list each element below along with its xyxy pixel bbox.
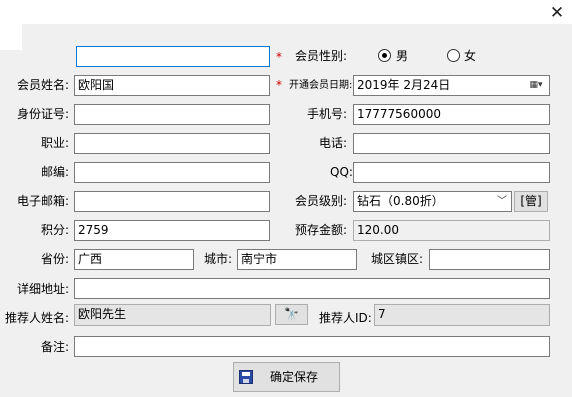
title-bar <box>0 0 572 24</box>
member-level-value: 钻石（0.80折） <box>357 194 444 208</box>
chevron-down-icon: ﹀ <box>497 196 507 207</box>
address-label: 详细地址: <box>17 282 70 296</box>
top-blank-field[interactable] <box>76 46 270 67</box>
save-button-label: 确定保存 <box>270 370 319 384</box>
open-date-picker[interactable]: 2019年 2月24日 ▦▾ <box>353 75 550 96</box>
province-label: 省份: <box>41 252 70 266</box>
qq-field[interactable] <box>353 162 550 183</box>
qq-label: QQ: <box>330 165 353 179</box>
calendar-icon[interactable]: ▦▾ <box>526 78 546 93</box>
member-level-label: 会员级别: <box>295 194 348 208</box>
gender-female-label[interactable]: 女 <box>464 49 476 63</box>
open-date-value: 2019年 2月24日 <box>357 78 451 92</box>
zip-label: 邮编: <box>41 165 70 179</box>
manage-level-button[interactable]: [管] <box>514 191 548 212</box>
note-field[interactable] <box>74 336 550 357</box>
gender-male-radio[interactable] <box>378 49 391 62</box>
points-label: 积分: <box>41 223 70 237</box>
referrer-id-field: 7 <box>374 304 550 326</box>
city-field[interactable]: 南宁市 <box>237 249 357 270</box>
floppy-disk-icon <box>239 370 253 384</box>
id-card-field[interactable] <box>74 104 270 125</box>
required-mark: * <box>276 50 282 64</box>
required-mark: * <box>276 78 282 92</box>
corner-blank <box>0 24 22 50</box>
note-label: 备注: <box>41 340 70 354</box>
province-field[interactable]: 广西 <box>74 249 194 270</box>
referrer-name-label: 推荐人姓名: <box>5 311 70 325</box>
mobile-label: 手机号: <box>307 107 348 121</box>
email-field[interactable] <box>74 191 270 212</box>
binoculars-icon[interactable]: 🔭 <box>275 304 308 325</box>
id-card-label: 身份证号: <box>17 107 70 121</box>
open-date-label: 开通会员日期: <box>289 80 353 91</box>
gender-male-label[interactable]: 男 <box>396 49 408 63</box>
job-field[interactable] <box>74 133 270 154</box>
zip-field[interactable] <box>74 162 270 183</box>
telephone-label: 电话: <box>319 136 348 150</box>
save-button[interactable]: 确定保存 <box>233 362 340 392</box>
city-label: 城市: <box>204 252 233 266</box>
member-name-label: 会员姓名: <box>17 78 70 92</box>
deposit-label: 预存金额: <box>295 223 348 237</box>
member-level-select[interactable]: 钻石（0.80折） ﹀ <box>353 191 512 212</box>
mobile-field[interactable]: 17777560000 <box>353 104 550 125</box>
gender-female-radio[interactable] <box>447 49 460 62</box>
gender-label: 会员性别: <box>295 49 348 63</box>
district-field[interactable] <box>429 249 550 270</box>
points-field[interactable]: 2759 <box>74 220 270 241</box>
member-name-field[interactable]: 欧阳国 <box>74 75 270 96</box>
referrer-name-field: 欧阳先生 <box>74 304 271 326</box>
referrer-id-label: 推荐人ID: <box>319 311 372 325</box>
job-label: 职业: <box>41 136 70 150</box>
address-field[interactable] <box>74 278 550 299</box>
radio-selected-dot <box>382 53 387 58</box>
deposit-field: 120.00 <box>353 220 550 241</box>
telephone-field[interactable] <box>353 133 550 154</box>
close-button[interactable]: ✕ <box>546 4 568 22</box>
district-label: 城区镇区: <box>371 252 424 266</box>
email-label: 电子邮箱: <box>17 194 70 208</box>
